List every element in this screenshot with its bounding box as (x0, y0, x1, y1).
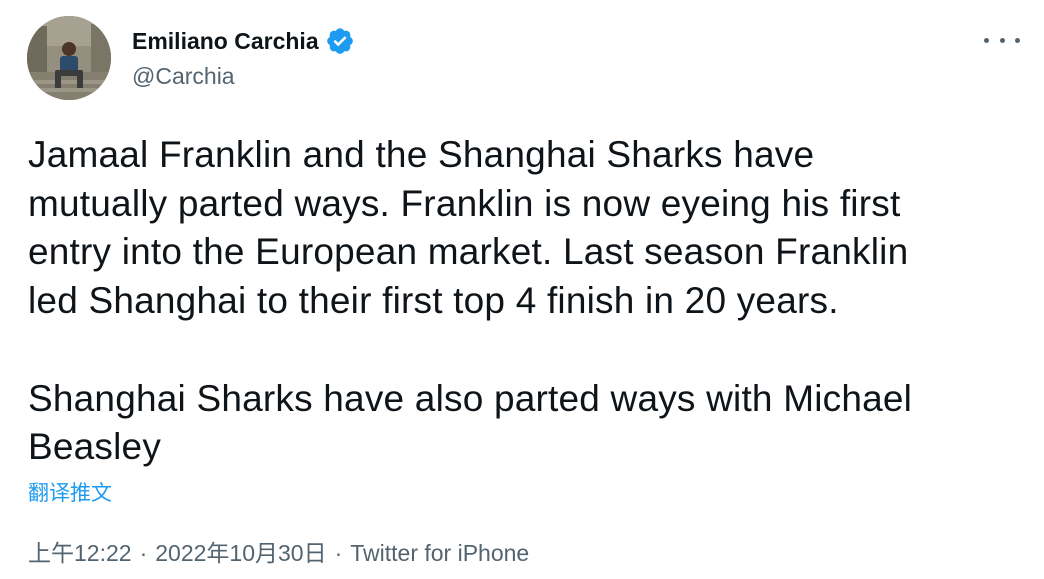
separator: · (139, 540, 148, 566)
tweet-date[interactable]: 2022年10月30日 (155, 536, 326, 570)
more-dot (999, 37, 1005, 43)
author-display-name[interactable]: Emiliano Carchia (132, 24, 319, 58)
tweet-text: Jamaal Franklin and the Shanghai Sharks … (28, 134, 913, 468)
tweet-card: Emiliano Carchia @Carchia Jamaal Frankli… (0, 0, 1044, 579)
avatar-photo (27, 16, 111, 100)
separator: · (334, 540, 343, 566)
author-handle[interactable]: @Carchia (132, 60, 235, 92)
more-dot (1015, 37, 1020, 43)
tweet-metadata: 上午12:22 · 2022年10月30日 · Twitter for iPho… (28, 536, 529, 570)
translate-tweet-link[interactable]: 翻译推文 (28, 480, 112, 508)
author-name-row: Emiliano Carchia (132, 24, 355, 58)
tweet-source[interactable]: Twitter for iPhone (350, 536, 529, 570)
verified-badge-icon (326, 28, 353, 54)
tweet-time[interactable]: 上午12:22 (28, 536, 132, 570)
avatar[interactable] (27, 16, 111, 100)
more-dot (984, 37, 989, 43)
more-options-icon[interactable] (984, 28, 1020, 52)
